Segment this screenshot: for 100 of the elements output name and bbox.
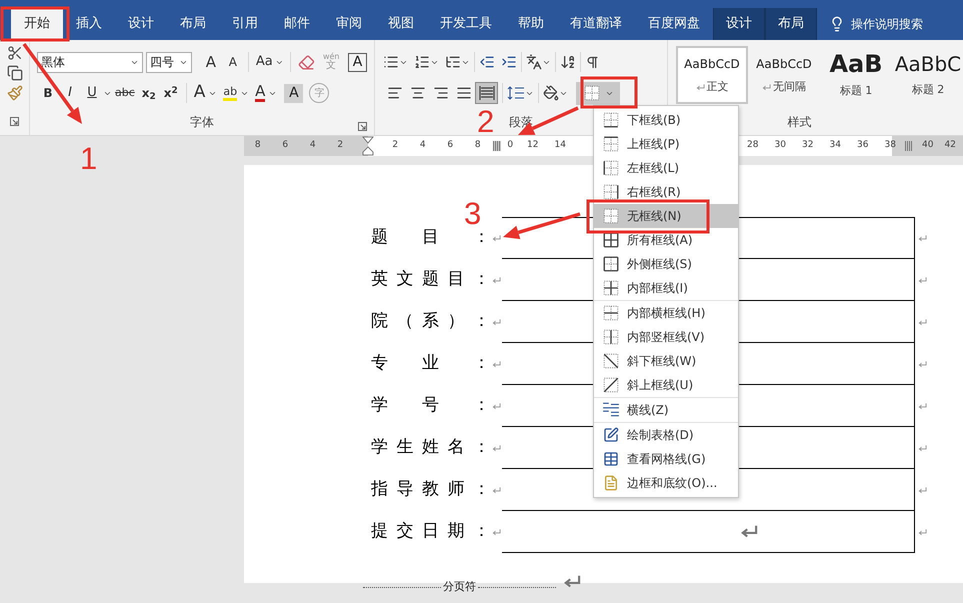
style-tile[interactable]: AaBbCcD 无间隔 <box>748 46 820 104</box>
inside-borders-icon <box>602 279 620 297</box>
menu-item[interactable]: 查看网格线(G) <box>594 447 738 471</box>
margin-marker-icon[interactable] <box>492 141 500 151</box>
right-border-icon <box>602 183 620 201</box>
strikethrough-button[interactable]: abc <box>112 82 138 104</box>
paragraph-mark-icon <box>762 82 771 92</box>
highlight-frame <box>0 6 70 42</box>
shrink-font-button[interactable]: A <box>222 51 244 73</box>
menu-item[interactable]: 绘制表格(D) <box>594 423 738 447</box>
menu-item[interactable]: 斜上框线(U) <box>594 373 738 397</box>
menu-item[interactable]: 横线(Z) <box>594 398 738 422</box>
font-size-field[interactable]: 四号 <box>146 52 192 72</box>
ribbon-tab[interactable]: 开发工具 <box>427 8 505 40</box>
underline-button[interactable]: U <box>81 82 103 104</box>
translate-icon[interactable] <box>526 54 542 70</box>
ribbon-tab[interactable]: 审阅 <box>323 8 375 40</box>
scissors-icon[interactable] <box>6 45 22 61</box>
menu-item[interactable]: 左框线(L) <box>594 156 738 180</box>
paint-bucket-icon[interactable] <box>543 85 559 101</box>
menu-item[interactable]: 边框和底纹(O)... <box>594 471 738 495</box>
menu-item[interactable]: 外侧框线(S) <box>594 252 738 276</box>
paragraph-mark-icon <box>918 444 927 452</box>
ribbon-tab[interactable]: 视图 <box>375 8 427 40</box>
ribbon-tab[interactable]: 帮助 <box>505 8 557 40</box>
margin-marker-icon[interactable] <box>905 141 913 151</box>
subscript-button[interactable]: x$_{2}$ <box>138 82 160 104</box>
ruler-number: 32 <box>801 139 814 152</box>
eraser-icon[interactable] <box>298 54 316 70</box>
ribbon-tab[interactable]: 设计 <box>713 8 765 40</box>
indent-marker-icon[interactable] <box>362 136 374 156</box>
tell-me-search[interactable]: 操作说明搜索 <box>851 15 923 33</box>
form-label: 英文题目： <box>371 268 490 292</box>
distributed-align-icon <box>478 85 494 101</box>
text-effects-button[interactable]: A <box>190 82 220 104</box>
ribbon-tab[interactable]: 邮件 <box>271 8 323 40</box>
ribbon-tab[interactable]: 有道翻译 <box>557 8 635 40</box>
character-border-button[interactable]: A <box>348 52 367 72</box>
horizontal-line-icon <box>602 401 620 419</box>
ribbon-tab[interactable]: 设计 <box>115 8 167 40</box>
dialog-launcher-icon[interactable] <box>10 117 19 126</box>
no-border-icon <box>582 84 600 102</box>
superscript-button[interactable]: x$^{2}$ <box>160 82 182 104</box>
paragraph-mark-icon <box>918 528 927 536</box>
dialog-launcher-icon[interactable] <box>358 122 367 131</box>
ribbon-tab[interactable]: 百度网盘 <box>635 8 713 40</box>
increase-indent-icon[interactable] <box>501 54 517 70</box>
ruler-number: 2 <box>391 139 400 152</box>
table-cell[interactable] <box>502 511 915 553</box>
font-name-field[interactable]: 黑体 <box>37 52 144 72</box>
ribbon-tab[interactable]: 引用 <box>219 8 271 40</box>
show-marks-icon[interactable] <box>585 54 600 70</box>
style-tile[interactable]: AaB 标题 1 <box>820 46 892 104</box>
group-label: 字体 <box>190 114 214 131</box>
ruler-number: 4 <box>308 139 317 152</box>
bold-button[interactable]: B <box>37 82 59 104</box>
ruler-number: 40 <box>921 139 934 152</box>
menu-item[interactable]: 右框线(R) <box>594 180 738 204</box>
paragraph-mark-icon <box>918 360 927 368</box>
paragraph-mark-icon <box>918 402 927 410</box>
menu-item[interactable]: 所有框线(A) <box>594 228 738 252</box>
paintbrush-icon[interactable] <box>6 85 22 101</box>
character-shading-button[interactable]: A <box>284 84 304 102</box>
highlight-frame <box>580 76 638 108</box>
bullet-list-icon[interactable] <box>383 54 399 70</box>
ruler-number: 38 <box>884 139 897 152</box>
change-case-button[interactable]: Aa <box>252 51 286 73</box>
numbered-list-icon[interactable] <box>414 54 430 70</box>
highlight-button[interactable]: ab <box>220 82 252 104</box>
grow-font-button[interactable]: A <box>200 51 222 73</box>
sort-icon[interactable] <box>560 54 576 70</box>
ruler-number: 8 <box>254 139 262 152</box>
menu-item[interactable]: 斜下框线(W) <box>594 349 738 373</box>
menu-item[interactable]: 内部横框线(H) <box>594 301 738 325</box>
form-label: 学生姓名： <box>371 436 490 460</box>
italic-button[interactable]: I <box>59 82 81 104</box>
alignment-button[interactable] <box>475 82 498 104</box>
ribbon-tab[interactable]: 开始 <box>11 8 63 40</box>
multilevel-list-icon[interactable] <box>445 54 461 70</box>
ruler-number: 2 <box>336 139 344 152</box>
menu-item[interactable]: 内部竖框线(V) <box>594 325 738 349</box>
paragraph-mark-icon <box>918 318 927 326</box>
style-tile[interactable]: AaBbCcD 正文 <box>676 46 748 104</box>
copy-icon[interactable] <box>6 65 22 81</box>
line-spacing-icon[interactable] <box>507 85 525 101</box>
menu-item[interactable]: 无框线(N) <box>594 204 738 228</box>
font-color-button[interactable]: A <box>252 82 280 104</box>
pencil-table-icon <box>602 427 618 443</box>
paragraph-mark-icon <box>492 318 500 326</box>
diagonal-down-border-icon <box>602 352 620 370</box>
menu-item[interactable]: 内部框线(I) <box>594 276 738 300</box>
left-border-icon <box>602 159 620 177</box>
ribbon-tab[interactable]: 布局 <box>765 8 817 40</box>
menu-item[interactable]: 下框线(B) <box>594 108 738 132</box>
ribbon-tab[interactable]: 布局 <box>167 8 219 40</box>
style-tile[interactable]: AaBbC 标题 2 <box>892 46 963 104</box>
ribbon-tab[interactable]: 插入 <box>63 8 115 40</box>
decrease-indent-icon[interactable] <box>479 54 495 70</box>
menu-item[interactable]: 上框线(P) <box>594 132 738 156</box>
borders-button[interactable] <box>576 82 620 104</box>
